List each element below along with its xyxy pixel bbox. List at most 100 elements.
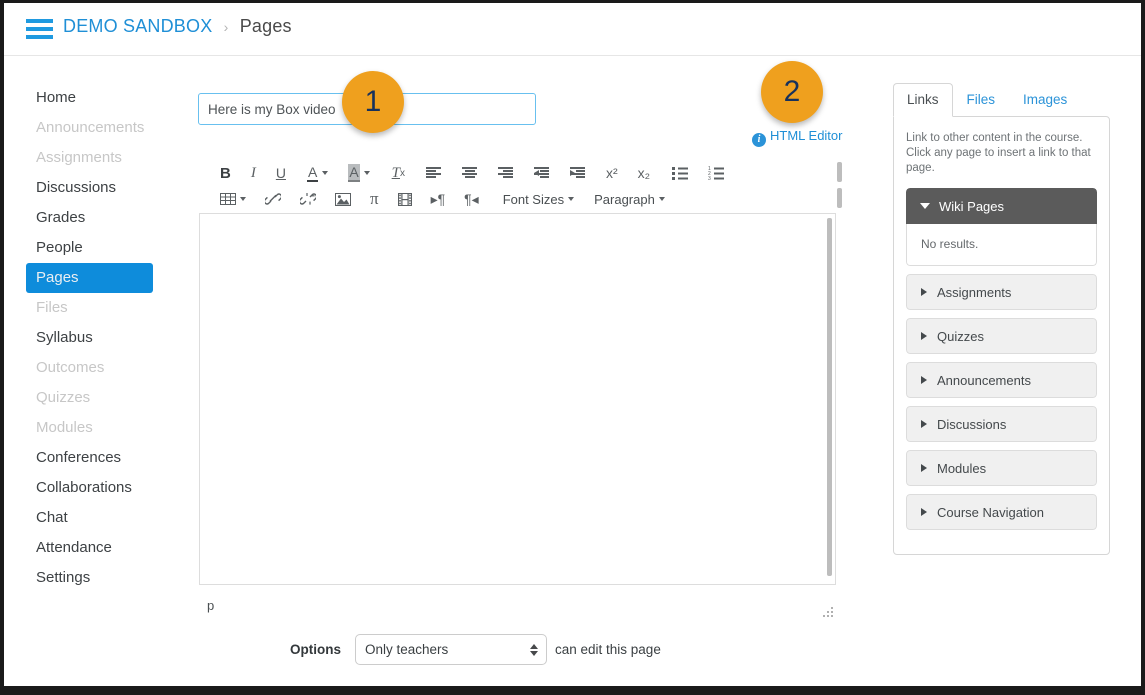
accordion-header[interactable]: Assignments bbox=[906, 274, 1097, 310]
breadcrumb-course-link[interactable]: DEMO SANDBOX bbox=[63, 16, 212, 36]
sidebar-item-grades[interactable]: Grades bbox=[26, 203, 152, 233]
tab-files[interactable]: Files bbox=[953, 83, 1010, 116]
hamburger-menu-icon[interactable] bbox=[26, 19, 53, 39]
chevron-right-icon bbox=[921, 508, 927, 516]
sidebar-item-label: Grades bbox=[36, 209, 86, 226]
sidebar-item-announcements[interactable]: Announcements bbox=[26, 113, 152, 143]
info-icon: i bbox=[752, 133, 766, 147]
background-color-button[interactable]: A bbox=[348, 162, 370, 184]
tab-label: Images bbox=[1023, 92, 1068, 107]
chevron-right-icon bbox=[921, 376, 927, 384]
insert-media-button[interactable] bbox=[397, 188, 412, 210]
accordion-header[interactable]: Modules bbox=[906, 450, 1097, 486]
editor-resize-handle[interactable] bbox=[822, 605, 834, 617]
equation-button[interactable]: π bbox=[370, 188, 379, 210]
content-insert-panel: Links Files Images Link to other content i… bbox=[893, 83, 1110, 555]
sidebar-item-home[interactable]: Home bbox=[26, 83, 152, 113]
callout-badge-2: 2 bbox=[761, 61, 823, 123]
paragraph-dropdown[interactable]: Paragraph bbox=[594, 188, 665, 210]
top-header-bar: DEMO SANDBOX › Pages bbox=[4, 3, 1141, 56]
accordion-header[interactable]: Quizzes bbox=[906, 318, 1097, 354]
sidebar-item-label: Settings bbox=[36, 569, 91, 586]
align-center-button[interactable] bbox=[462, 162, 478, 184]
accordion-discussions: Discussions bbox=[906, 406, 1097, 442]
sidebar-item-outcomes[interactable]: Outcomes bbox=[26, 353, 152, 383]
chevron-down-icon bbox=[322, 171, 329, 175]
toolbar-row2-scrollbar[interactable] bbox=[837, 188, 842, 208]
panel-help-text: Link to other content in the course. Cli… bbox=[906, 132, 1091, 174]
superscript-button[interactable]: x² bbox=[606, 162, 618, 184]
sidebar-item-attendance[interactable]: Attendance bbox=[26, 533, 152, 563]
accordion-header[interactable]: Wiki Pages bbox=[906, 188, 1097, 224]
numbered-list-button[interactable]: 123 bbox=[708, 162, 725, 184]
accordion-header[interactable]: Announcements bbox=[906, 362, 1097, 398]
tab-links[interactable]: Links bbox=[893, 83, 953, 117]
unlink-button[interactable] bbox=[300, 188, 316, 210]
toolbar-row-formatting: B I U A A Tx x² x₂ 1 2 3 bbox=[202, 160, 842, 186]
accordion-label: Wiki Pages bbox=[939, 198, 1005, 214]
sidebar-item-label: Outcomes bbox=[36, 359, 105, 376]
sidebar-item-people[interactable]: People bbox=[26, 233, 152, 263]
sidebar-item-chat[interactable]: Chat bbox=[26, 503, 152, 533]
sidebar-item-settings[interactable]: Settings bbox=[26, 563, 152, 593]
accordion-header[interactable]: Discussions bbox=[906, 406, 1097, 442]
sidebar-item-conferences[interactable]: Conferences bbox=[26, 443, 152, 473]
accordion-quizzes: Quizzes bbox=[906, 318, 1097, 354]
sidebar-item-files[interactable]: Files bbox=[26, 293, 152, 323]
sidebar-item-pages[interactable]: Pages bbox=[26, 263, 153, 293]
align-right-button[interactable] bbox=[498, 162, 514, 184]
hamburger-bar bbox=[26, 27, 53, 31]
edit-permission-select[interactable]: Only teachers bbox=[355, 634, 547, 665]
sidebar-item-quizzes[interactable]: Quizzes bbox=[26, 383, 152, 413]
bulleted-list-button[interactable] bbox=[672, 162, 689, 184]
tab-label: Links bbox=[907, 92, 939, 107]
subscript-button[interactable]: x₂ bbox=[638, 162, 650, 184]
canvas-editor-screenshot: DEMO SANDBOX › Pages Home Announcements As… bbox=[0, 0, 1145, 695]
italic-button[interactable]: I bbox=[251, 162, 256, 184]
outdent-button[interactable] bbox=[534, 162, 550, 184]
chevron-right-icon bbox=[921, 288, 927, 296]
align-left-button[interactable] bbox=[426, 162, 442, 184]
text-color-button[interactable]: A bbox=[306, 162, 329, 184]
html-editor-link[interactable]: i HTML Editor bbox=[752, 128, 842, 147]
link-button[interactable] bbox=[265, 188, 281, 210]
rtl-button[interactable]: ¶◂ bbox=[464, 188, 479, 210]
indent-button[interactable] bbox=[570, 162, 586, 184]
accordion-assignments: Assignments bbox=[906, 274, 1097, 310]
underline-button[interactable]: U bbox=[276, 162, 286, 184]
accordion-content: No results. bbox=[906, 224, 1097, 266]
sidebar-item-assignments[interactable]: Assignments bbox=[26, 143, 152, 173]
font-sizes-dropdown[interactable]: Font Sizes bbox=[503, 188, 575, 210]
chevron-right-icon bbox=[921, 332, 927, 340]
accordion-label: Quizzes bbox=[937, 328, 984, 344]
sidebar-item-modules[interactable]: Modules bbox=[26, 413, 152, 443]
toolbar-row-insert: π ▸¶ ¶◂ Font Sizes Paragraph bbox=[202, 186, 842, 212]
accordion-modules: Modules bbox=[906, 450, 1097, 486]
sidebar-item-label: Conferences bbox=[36, 449, 122, 466]
rich-text-editor-body[interactable] bbox=[199, 213, 836, 585]
chevron-down-icon bbox=[658, 197, 665, 201]
chevron-down-icon bbox=[920, 203, 930, 209]
sidebar-item-label: Pages bbox=[36, 269, 79, 286]
accordion-label: Modules bbox=[937, 460, 987, 476]
sidebar-item-label: Discussions bbox=[36, 179, 117, 196]
sidebar-item-label: Modules bbox=[36, 419, 93, 436]
insert-image-button[interactable] bbox=[335, 188, 351, 210]
accordion-header[interactable]: Course Navigation bbox=[906, 494, 1097, 530]
toolbar-row1-scrollbar[interactable] bbox=[837, 162, 842, 182]
tab-images[interactable]: Images bbox=[1009, 83, 1081, 116]
sidebar-item-discussions[interactable]: Discussions bbox=[26, 173, 152, 203]
select-stepper-arrows-icon bbox=[530, 643, 538, 656]
sidebar-item-collaborations[interactable]: Collaborations bbox=[26, 473, 152, 503]
sidebar-item-label: Syllabus bbox=[36, 329, 93, 346]
ltr-button[interactable]: ▸¶ bbox=[431, 188, 446, 210]
chevron-down-icon bbox=[240, 197, 246, 201]
chevron-down-icon bbox=[568, 197, 575, 201]
bold-button[interactable]: B bbox=[220, 162, 231, 184]
sidebar-item-label: Assignments bbox=[36, 149, 122, 166]
html-editor-label: HTML Editor bbox=[770, 128, 843, 143]
sidebar-item-syllabus[interactable]: Syllabus bbox=[26, 323, 152, 353]
clear-formatting-button[interactable]: Tx bbox=[392, 162, 405, 184]
table-button[interactable] bbox=[220, 188, 246, 210]
editor-scrollbar[interactable] bbox=[827, 218, 832, 576]
